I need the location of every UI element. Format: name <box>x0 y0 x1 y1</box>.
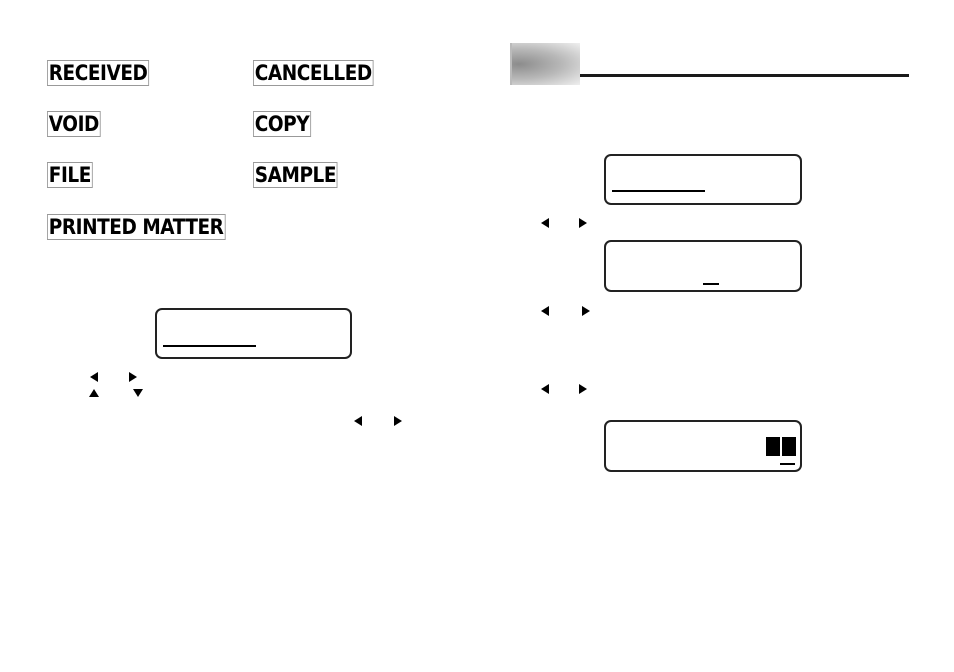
right-triangle-icon <box>579 384 587 394</box>
stamp-received: RECEIVED <box>47 60 150 86</box>
lcd-cursor-underline <box>703 283 719 285</box>
lcd-cursor-underline <box>163 345 256 347</box>
lcd-display-2 <box>604 240 802 292</box>
stamp-printed-matter: PRINTED MATTER <box>47 214 226 240</box>
lcd-display-3 <box>604 420 802 472</box>
down-triangle-icon <box>133 389 143 397</box>
left-triangle-icon <box>354 416 362 426</box>
left-triangle-icon <box>541 218 549 228</box>
stamp-void: VOID <box>47 111 101 137</box>
lcd-cursor-underline <box>780 463 795 465</box>
up-triangle-icon <box>89 389 99 397</box>
right-triangle-icon <box>394 416 402 426</box>
lcd-display-1 <box>604 154 802 205</box>
right-triangle-icon <box>129 372 137 382</box>
left-triangle-icon <box>541 384 549 394</box>
left-triangle-icon <box>90 372 98 382</box>
stamp-file: FILE <box>47 162 93 188</box>
stamp-sample: SAMPLE <box>253 162 338 188</box>
lcd-block-char <box>766 437 780 456</box>
right-triangle-icon <box>582 306 590 316</box>
lcd-cursor-underline <box>612 190 705 192</box>
lcd-block-char <box>782 437 796 456</box>
stamp-copy: COPY <box>253 111 311 137</box>
section-header-rule <box>580 74 909 77</box>
left-triangle-icon <box>541 306 549 316</box>
stamp-cancelled: CANCELLED <box>253 60 374 86</box>
right-triangle-icon <box>579 218 587 228</box>
section-header-tab <box>510 43 580 85</box>
lcd-display-left <box>155 308 352 359</box>
